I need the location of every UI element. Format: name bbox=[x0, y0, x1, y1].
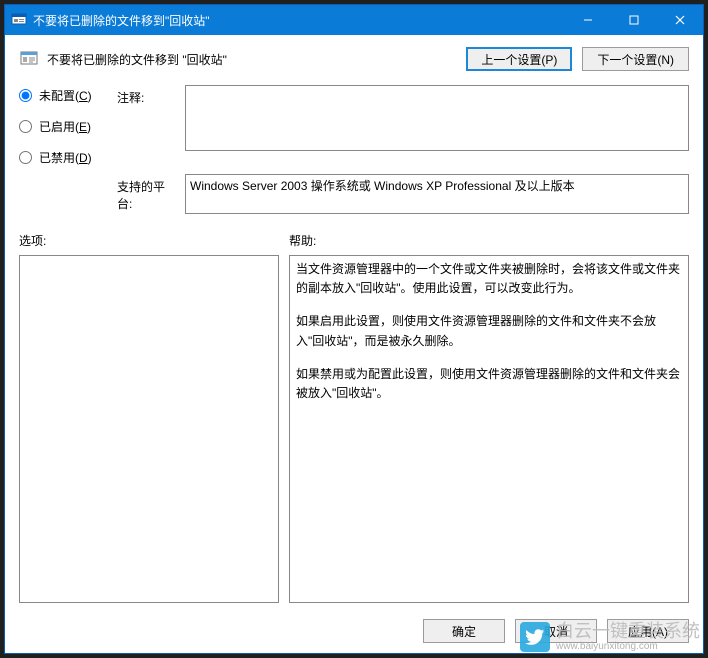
cancel-button[interactable]: 取消 bbox=[515, 619, 597, 643]
policy-title: 不要将已删除的文件移到 "回收站" bbox=[47, 51, 456, 68]
next-setting-button[interactable]: 下一个设置(N) bbox=[582, 47, 689, 71]
radio-enabled-input[interactable] bbox=[19, 120, 32, 133]
options-label: 选项: bbox=[19, 232, 289, 249]
footer: 确定 取消 应用(A) bbox=[5, 611, 703, 653]
help-label: 帮助: bbox=[289, 232, 316, 249]
close-button[interactable] bbox=[657, 5, 703, 35]
apply-button[interactable]: 应用(A) bbox=[607, 619, 689, 643]
radio-column: 未配置(C) 已启用(E) 已禁用(D) bbox=[19, 85, 109, 166]
platform-text: Windows Server 2003 操作系统或 Windows XP Pro… bbox=[190, 179, 575, 193]
help-pane[interactable]: 当文件资源管理器中的一个文件或文件夹被删除时，会将该文件或文件夹的副本放入"回收… bbox=[289, 255, 689, 603]
app-icon bbox=[11, 12, 27, 28]
ok-button[interactable]: 确定 bbox=[423, 619, 505, 643]
panes: 当文件资源管理器中的一个文件或文件夹被删除时，会将该文件或文件夹的副本放入"回收… bbox=[19, 255, 689, 603]
radio-not-configured-input[interactable] bbox=[19, 89, 32, 102]
titlebar[interactable]: 不要将已删除的文件移到"回收站" bbox=[5, 5, 703, 35]
dialog-window: 不要将已删除的文件移到"回收站" 不要将已删除的文件移到 "回收站" 上一个设置… bbox=[4, 4, 704, 654]
help-paragraph: 如果禁用或为配置此设置，则使用文件资源管理器删除的文件和文件夹会被放入"回收站"… bbox=[296, 365, 682, 403]
radio-not-configured[interactable]: 未配置(C) bbox=[19, 87, 109, 104]
pane-labels: 选项: 帮助: bbox=[19, 232, 689, 249]
header-row: 不要将已删除的文件移到 "回收站" 上一个设置(P) 下一个设置(N) bbox=[19, 47, 689, 71]
minimize-button[interactable] bbox=[565, 5, 611, 35]
window-title: 不要将已删除的文件移到"回收站" bbox=[33, 12, 565, 29]
maximize-button[interactable] bbox=[611, 5, 657, 35]
policy-icon bbox=[19, 49, 39, 69]
previous-setting-button[interactable]: 上一个设置(P) bbox=[466, 47, 572, 71]
platform-box[interactable]: Windows Server 2003 操作系统或 Windows XP Pro… bbox=[185, 174, 689, 214]
platform-label: 支持的平台: bbox=[117, 174, 177, 212]
comment-textarea[interactable] bbox=[185, 85, 689, 151]
window-controls bbox=[565, 5, 703, 35]
radio-enabled[interactable]: 已启用(E) bbox=[19, 118, 109, 135]
content-area: 不要将已删除的文件移到 "回收站" 上一个设置(P) 下一个设置(N) 未配置(… bbox=[5, 35, 703, 611]
options-pane[interactable] bbox=[19, 255, 279, 603]
radio-disabled[interactable]: 已禁用(D) bbox=[19, 149, 109, 166]
help-paragraph: 如果启用此设置，则使用文件资源管理器删除的文件和文件夹不会放入"回收站"，而是被… bbox=[296, 312, 682, 350]
help-paragraph: 当文件资源管理器中的一个文件或文件夹被删除时，会将该文件或文件夹的副本放入"回收… bbox=[296, 260, 682, 298]
comment-label: 注释: bbox=[117, 85, 177, 106]
radio-disabled-input[interactable] bbox=[19, 151, 32, 164]
config-grid: 未配置(C) 已启用(E) 已禁用(D) 注释: 支持的平台: Windows … bbox=[19, 85, 689, 214]
